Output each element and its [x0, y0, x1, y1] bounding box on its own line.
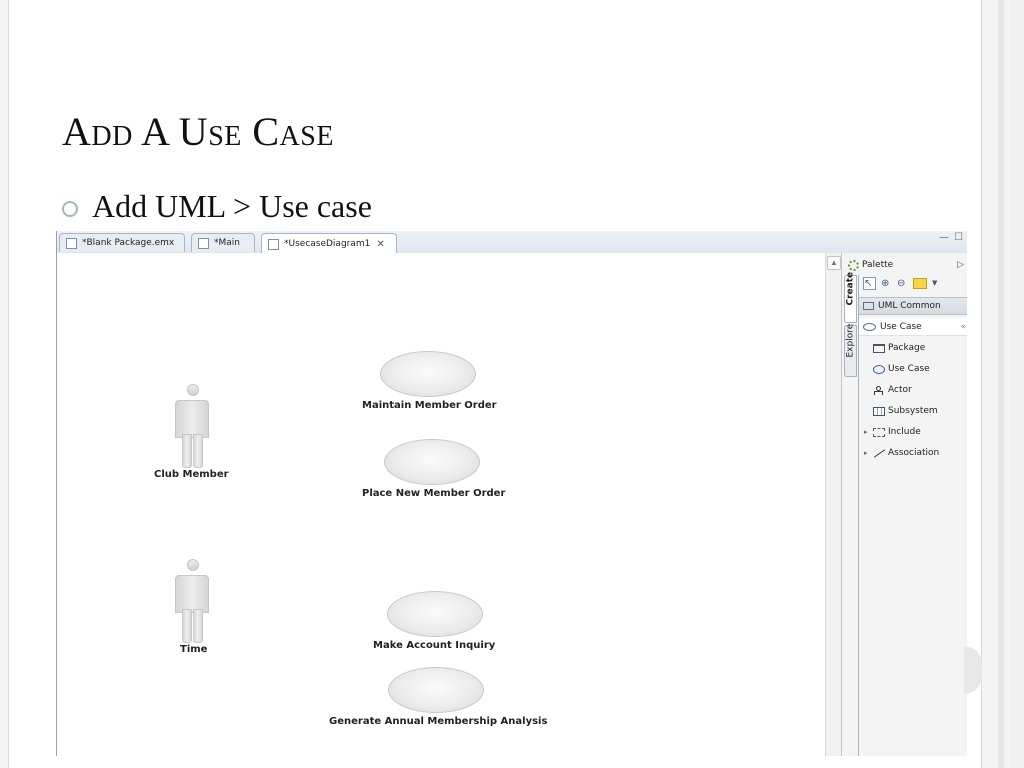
maximize-icon[interactable]: ☐: [954, 232, 963, 243]
actor-leg: [182, 609, 192, 643]
actor-club-member[interactable]: [173, 384, 213, 474]
diagram-file-icon: [198, 237, 209, 249]
bullet-circle-icon: [62, 200, 78, 217]
actor-leg: [193, 434, 203, 468]
tab-explore[interactable]: Explore: [844, 323, 857, 377]
uml-common-icon: [863, 302, 874, 310]
tab-main[interactable]: *Main: [191, 233, 255, 252]
tab-explore-label: Explore: [845, 323, 856, 358]
tab-label: *Main: [214, 238, 240, 248]
right-edge-strip: [998, 0, 1004, 768]
palette-item-include[interactable]: ▸ Include: [864, 423, 921, 441]
palette-header: Palette ▷: [842, 257, 967, 273]
palette-item-label: Include: [888, 427, 921, 437]
minimize-icon[interactable]: —: [939, 232, 949, 243]
slide-title: Add A Use Case: [62, 109, 334, 154]
palette-body: ↖ ⊕ ⊖ ▼ UML Common Use Case « Package Us…: [858, 275, 967, 756]
chevron-down-icon[interactable]: ▼: [932, 278, 943, 289]
collapse-palette-icon[interactable]: ▷: [957, 260, 964, 270]
include-icon: [873, 427, 885, 437]
canvas-vertical-scrollbar[interactable]: ▲: [825, 253, 842, 756]
actor-leg: [182, 434, 192, 468]
tab-label: *UsecaseDiagram1: [284, 239, 371, 249]
actor-label: Club Member: [154, 469, 229, 480]
drawer-use-case[interactable]: Use Case «: [859, 318, 967, 336]
use-case-drawer-icon: [863, 322, 876, 331]
tab-usecase-diagram[interactable]: *UsecaseDiagram1 ✕: [261, 233, 397, 254]
tab-create-label: Create: [845, 271, 856, 306]
note-icon[interactable]: [913, 278, 927, 289]
palette-item-use-case[interactable]: Use Case: [873, 360, 930, 378]
actor-icon: [873, 385, 885, 395]
package-icon: [873, 343, 885, 353]
use-case-make-account-inquiry[interactable]: [387, 591, 483, 637]
actor-body: [175, 575, 209, 613]
slide-bullet: Add UML > Use case: [62, 188, 372, 225]
use-case-label: Make Account Inquiry: [373, 640, 496, 651]
use-case-label: Maintain Member Order: [362, 400, 497, 411]
expand-arrow-icon[interactable]: ▸: [864, 449, 868, 457]
diagram-canvas[interactable]: Club Member Time Maintain Member Order P…: [57, 253, 825, 756]
palette-panel: Palette ▷ Create Explore ↖ ⊕ ⊖ ▼ UML Com…: [841, 253, 967, 756]
use-case-label: Place New Member Order: [362, 488, 506, 499]
actor-time[interactable]: [173, 559, 213, 649]
use-case-label: Generate Annual Membership Analysis: [329, 716, 548, 727]
palette-item-label: Association: [888, 448, 940, 458]
tab-create[interactable]: Create: [844, 271, 857, 323]
editor-screenshot: *Blank Package.emx *Main *UsecaseDiagram…: [56, 231, 967, 756]
editor-tab-bar: *Blank Package.emx *Main *UsecaseDiagram…: [57, 231, 967, 254]
tab-label: *Blank Package.emx: [82, 238, 175, 248]
close-tab-icon[interactable]: ✕: [376, 239, 384, 250]
palette-item-label: Subsystem: [888, 406, 938, 416]
drawer-uml-common[interactable]: UML Common: [859, 297, 967, 315]
actor-icon: [187, 384, 199, 396]
subsystem-icon: [873, 406, 885, 416]
actor-leg: [193, 609, 203, 643]
right-edge-panel: [1010, 0, 1024, 768]
use-case-generate-annual-membership-analysis[interactable]: [388, 667, 484, 713]
zoom-out-icon[interactable]: ⊖: [897, 278, 908, 289]
use-case-maintain-member-order[interactable]: [380, 351, 476, 397]
palette-icon: [848, 259, 859, 271]
select-pointer-icon[interactable]: ↖: [863, 277, 876, 290]
palette-title: Palette: [862, 260, 894, 270]
scroll-up-icon[interactable]: ▲: [827, 256, 841, 270]
actor-label: Time: [180, 644, 208, 655]
palette-item-package[interactable]: Package: [873, 339, 925, 357]
expand-arrow-icon[interactable]: ▸: [864, 428, 868, 436]
use-case-place-new-member-order[interactable]: [384, 439, 480, 485]
actor-body: [175, 400, 209, 438]
palette-toolbar: ↖ ⊕ ⊖ ▼: [863, 277, 943, 290]
drawer-label: Use Case: [880, 321, 922, 332]
zoom-in-icon[interactable]: ⊕: [881, 278, 892, 289]
tab-blank-package[interactable]: *Blank Package.emx: [59, 233, 185, 252]
palette-item-label: Actor: [888, 385, 912, 395]
model-file-icon: [66, 237, 77, 249]
use-case-icon: [873, 364, 885, 374]
drawer-label: UML Common: [878, 301, 941, 311]
bullet-text: Add UML > Use case: [92, 188, 372, 224]
palette-item-subsystem[interactable]: Subsystem: [873, 402, 938, 420]
palette-item-label: Package: [888, 343, 926, 353]
drawer-collapse-icon[interactable]: «: [960, 322, 966, 332]
usecase-diagram-icon: [268, 238, 279, 250]
actor-icon: [187, 559, 199, 571]
association-icon: [873, 449, 885, 458]
palette-item-actor[interactable]: Actor: [873, 381, 912, 399]
palette-item-label: Use Case: [888, 364, 930, 374]
palette-item-association[interactable]: ▸ Association: [864, 444, 940, 462]
